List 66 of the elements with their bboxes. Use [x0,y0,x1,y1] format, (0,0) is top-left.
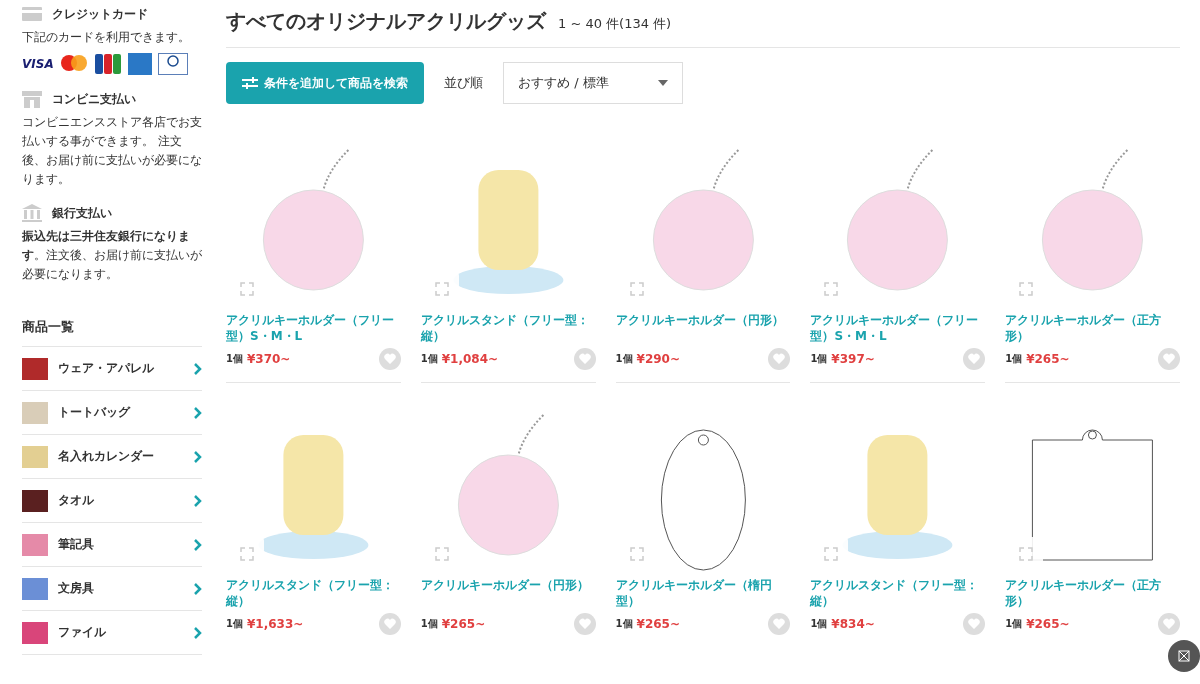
product-price: ¥1,633~ [246,617,305,631]
category-item[interactable]: 文房具 [22,567,202,611]
search-filter-button[interactable]: 条件を追加して商品を検索 [226,62,424,104]
product-name-link[interactable]: アクリルスタンド（フリー型：縦） [810,577,986,609]
payment-text: 下記のカードを利用できます。 [22,29,191,46]
product-name-link[interactable]: アクリルキーホルダー（円形） [615,312,791,344]
chevron-icon [194,494,202,507]
payment-text: 振込先は三井住友銀行になります。注文後、お届け前に支払いが必要になります。 [22,228,202,283]
product-name-link[interactable]: アクリルキーホルダー（楕円型） [615,577,791,609]
chevron-icon [194,406,202,419]
product-name-link[interactable]: アクリルキーホルダー（円形） [420,577,596,609]
section-title: 商品一覧 [22,318,202,347]
chevron-icon [194,362,202,375]
category-item[interactable]: トートバッグ [22,391,202,435]
product-price: ¥265~ [441,617,487,631]
card-logo: VISA [22,57,54,71]
card-logo-icon [93,53,122,75]
page-title: すべてのオリジナルアクリルグッズ [226,8,546,35]
chevron-icon [194,582,202,595]
payment-text: コンビニエンスストア各店でお支払いする事ができます。 注文後、お届け前に支払いが必要になります。 [22,114,202,188]
quantity-label: 1個 [420,352,438,366]
payment-title: 銀行支払い [52,204,112,222]
sort-dropdown[interactable]: おすすめ / 標準 [503,62,683,104]
product-price: ¥265~ [636,617,681,631]
category-item[interactable]: タオル [22,479,202,523]
result-count: 1 ~ 40 件(134 件) [558,15,672,33]
card-icon [22,6,42,22]
category-item[interactable]: 名入れカレンダー [22,435,202,479]
quantity-label: 1個 [420,617,438,631]
product-name-link[interactable]: アクリルスタンド（フリー型：縦） [420,312,596,344]
quantity-label: 1個 [1005,617,1023,631]
close-icon[interactable] [1168,640,1200,672]
category-item[interactable]: ウェア・アパレル [22,347,202,391]
quantity-label: 1個 [615,352,633,366]
category-item[interactable]: 筆記具 [22,523,202,567]
product-name-link[interactable]: アクリルキーホルダー（フリー型）S・M・L [810,312,986,344]
product-price: ¥290~ [636,352,681,366]
quantity-label: 1個 [810,352,828,366]
bank-icon [22,204,42,222]
category-item[interactable]: ファイル [22,611,202,655]
product-price: ¥1,084~ [441,352,500,366]
product-price: ¥265~ [1026,352,1071,366]
product-price: ¥834~ [831,617,876,631]
chevron-icon [194,538,202,551]
quantity-label: 1個 [1005,352,1023,366]
quantity-label: 1個 [226,617,243,631]
quantity-label: 1個 [810,617,828,631]
product-name-link[interactable]: アクリルスタンド（フリー型：縦） [226,577,401,609]
quantity-label: 1個 [615,617,633,631]
payment-title: クレジットカード [52,5,148,23]
payment-title: コンビニ支払い [52,90,136,108]
card-logo-icon [127,53,152,75]
card-logo-icon [157,53,188,75]
product-name-link[interactable]: アクリルキーホルダー（フリー型）S・M・L [226,312,401,344]
store-icon [22,90,42,108]
sort-label: 並び順 [444,74,483,92]
product-price: ¥397~ [831,352,876,366]
caret-icon [658,80,668,86]
product-price: ¥370~ [246,352,292,366]
sliders-icon [242,77,258,89]
quantity-label: 1個 [226,352,243,366]
product-name-link[interactable]: アクリルキーホルダー（正方形） [1005,312,1180,344]
product-name-link[interactable]: アクリルキーホルダー（正方形） [1005,577,1180,609]
chevron-icon [194,450,202,463]
chevron-icon [194,626,202,639]
product-price: ¥265~ [1026,617,1071,631]
